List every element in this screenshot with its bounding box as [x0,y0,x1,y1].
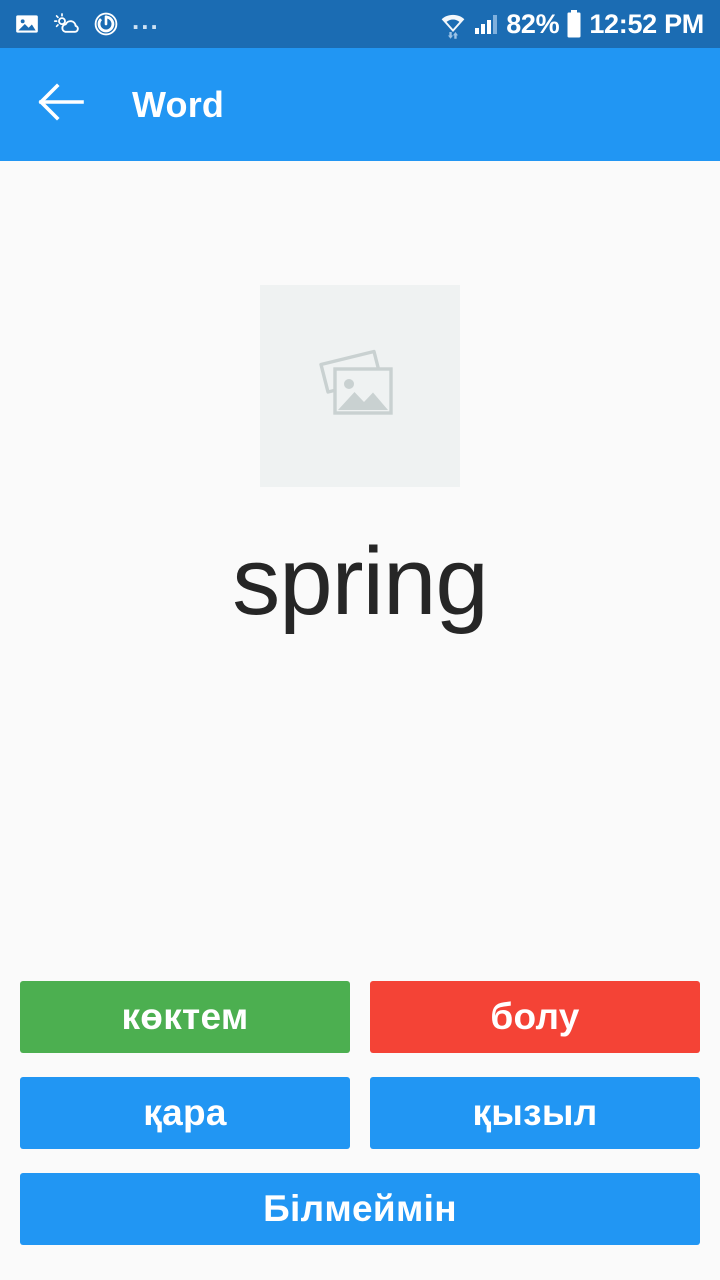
answer-options: көктем болу қара қызыл Білмеймін [20,981,700,1245]
back-arrow-icon [37,82,87,127]
answer-option-dont-know[interactable]: Білмеймін [20,1173,700,1245]
page-title: Word [132,83,225,125]
cellular-signal-icon [473,11,499,37]
image-placeholder-icon [317,346,403,427]
word-label: spring [232,528,488,635]
power-timer-icon [93,11,119,37]
gallery-icon [14,11,40,37]
answer-option-3[interactable]: қара [20,1077,350,1149]
status-bar-left-icons: ... [14,5,160,38]
status-bar: ... 82% 12:52 PM [0,0,720,48]
weather-icon [53,11,80,38]
wifi-icon [440,9,466,39]
answer-option-1[interactable]: көктем [20,981,350,1053]
battery-percent-label: 82% [506,8,560,39]
status-bar-right-indicators: 82% 12:52 PM [440,9,704,40]
more-icons-ellipsis: ... [132,5,160,35]
clock-label: 12:52 PM [589,8,704,39]
app-toolbar: Word [0,48,720,161]
answer-option-4[interactable]: қызыл [370,1077,700,1149]
battery-icon [566,10,582,38]
answer-option-2[interactable]: болу [370,981,700,1053]
word-screen-content: spring көктем болу қара қызыл Білмеймін [0,161,720,1280]
word-image [260,285,460,487]
back-button[interactable] [34,77,90,133]
